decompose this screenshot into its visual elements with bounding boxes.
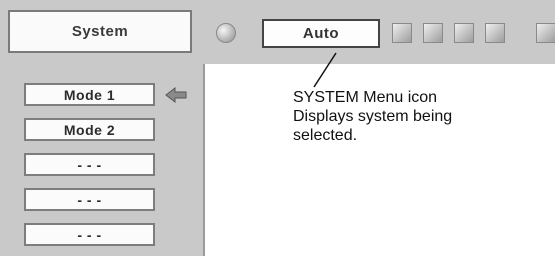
- menu-icon[interactable]: [392, 23, 412, 43]
- panel-divider: [203, 64, 205, 256]
- setting-icon[interactable]: [485, 23, 505, 43]
- caption-line-1: SYSTEM Menu icon: [293, 89, 438, 106]
- callout-line: [313, 52, 337, 88]
- caption-line-3: selected.: [293, 127, 358, 144]
- mode-item-4[interactable]: - - -: [24, 188, 155, 211]
- mode-item-5[interactable]: - - -: [24, 223, 155, 246]
- screen-icon[interactable]: [454, 23, 474, 43]
- pointer-arrow-icon: [165, 86, 187, 104]
- extra-icon[interactable]: [536, 23, 555, 43]
- caption-text: SYSTEM Menu icon Displays system being s…: [293, 88, 533, 145]
- system-mode-field[interactable]: Auto: [262, 19, 380, 48]
- mode-item-1[interactable]: Mode 1: [24, 83, 155, 106]
- rotate-icon[interactable]: [216, 23, 236, 43]
- mode-item-2[interactable]: Mode 2: [24, 118, 155, 141]
- menu-title: System: [8, 10, 192, 53]
- image-icon[interactable]: [423, 23, 443, 43]
- caption-line-2: Displays system being: [293, 108, 453, 125]
- mode-item-3[interactable]: - - -: [24, 153, 155, 176]
